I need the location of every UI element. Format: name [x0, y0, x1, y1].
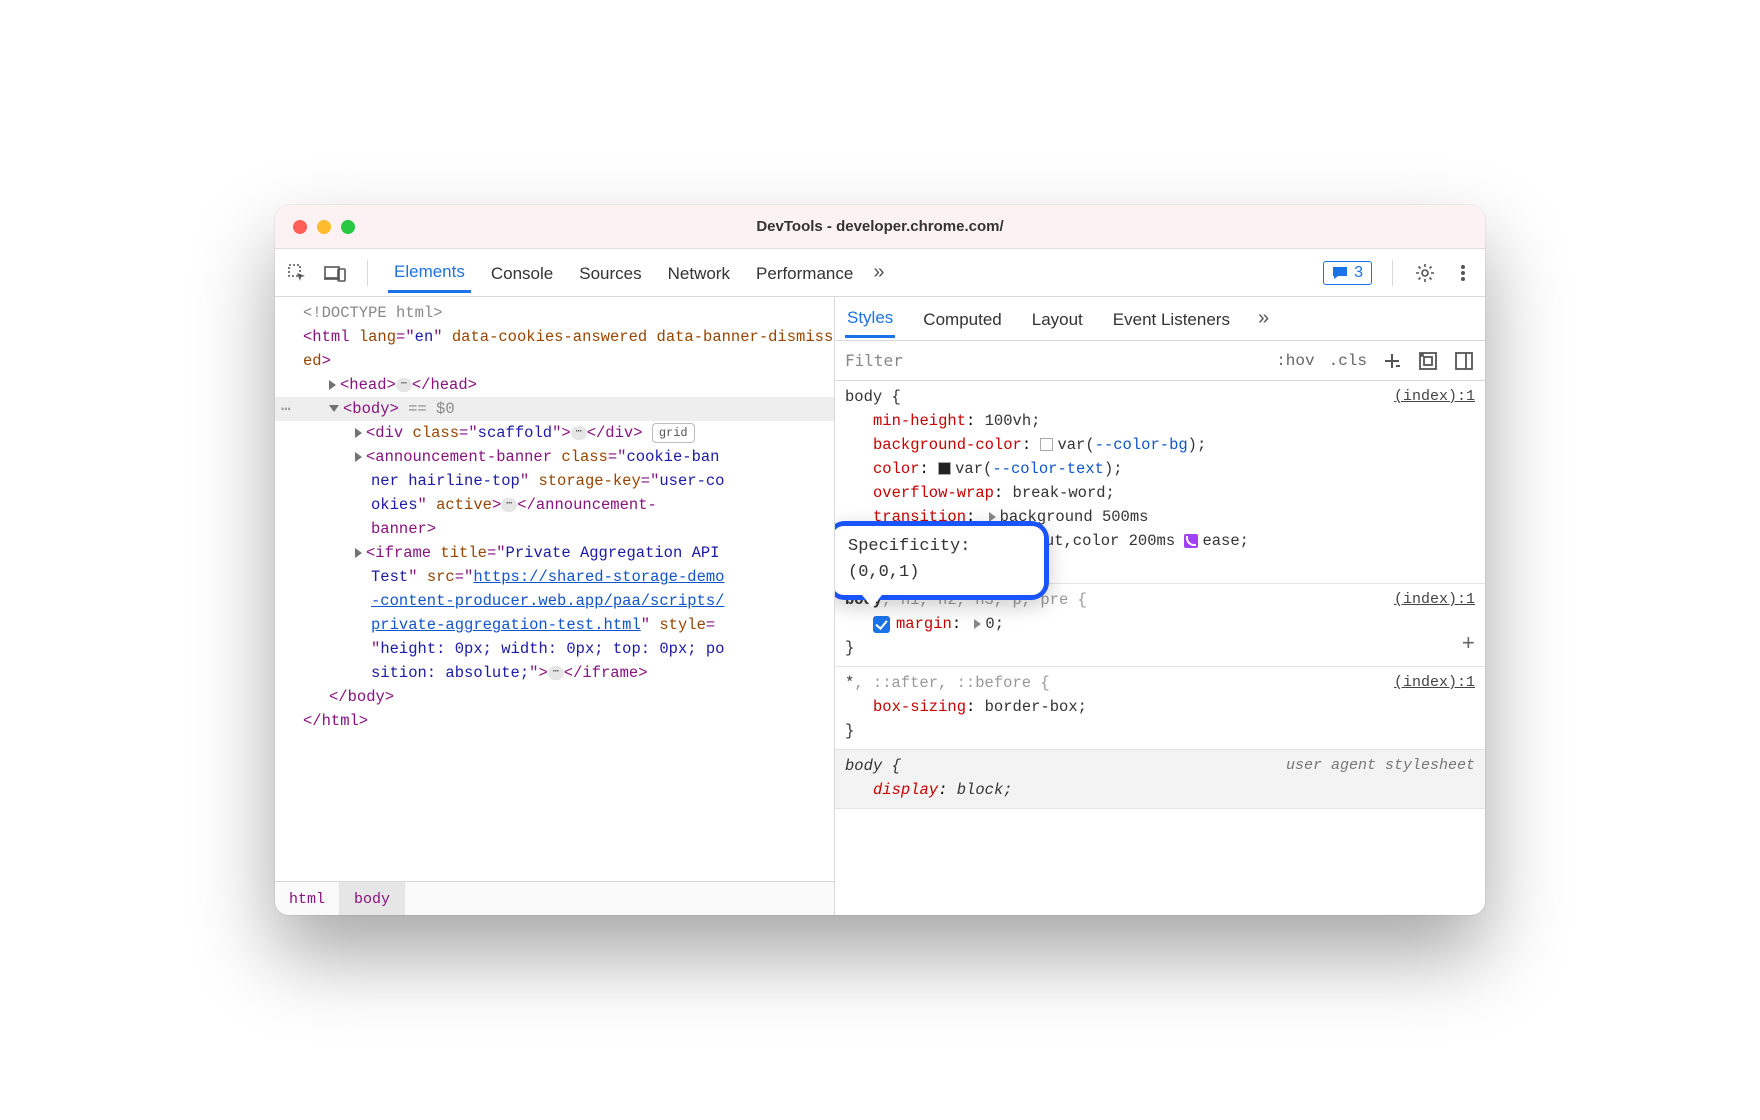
expand-arrow-icon[interactable] — [355, 452, 362, 462]
breadcrumb: html body — [275, 881, 834, 915]
iframe-src-link[interactable]: https://shared-storage-demo — [473, 568, 724, 586]
rule-source-link[interactable]: (index):1 — [1394, 385, 1475, 408]
content-area: <!DOCTYPE html> <html lang="en" data-coo… — [275, 297, 1485, 915]
ellipsis-icon[interactable]: ⋯ — [501, 498, 517, 512]
collapse-arrow-icon[interactable] — [329, 405, 339, 412]
kebab-menu-icon[interactable] — [1451, 261, 1475, 285]
computed-styles-sidebar-icon[interactable] — [1417, 350, 1439, 372]
rule-source-link[interactable]: (index):1 — [1394, 671, 1475, 694]
bezier-editor-icon[interactable] — [1184, 534, 1198, 548]
styles-filter-bar: :hov .cls — [835, 341, 1485, 381]
devtools-window: DevTools - developer.chrome.com/ Element… — [275, 205, 1485, 915]
subtab-styles[interactable]: Styles — [845, 299, 895, 338]
styles-rules-list: (index):1 body { min-height: 100vh; back… — [835, 381, 1485, 915]
expand-shorthand-icon[interactable] — [974, 619, 981, 629]
crumb-html[interactable]: html — [275, 882, 340, 915]
main-tab-bar: Elements Console Sources Network Perform… — [275, 249, 1485, 297]
expand-arrow-icon[interactable] — [329, 380, 336, 390]
property-checkbox[interactable] — [873, 616, 890, 633]
style-rule-user-agent[interactable]: user agent stylesheet body { display: bl… — [835, 750, 1485, 809]
elements-panel: <!DOCTYPE html> <html lang="en" data-coo… — [275, 297, 835, 915]
expand-arrow-icon[interactable] — [355, 548, 362, 558]
tooltip-text: Specificity: (0,0,1) — [835, 526, 1044, 595]
ellipsis-icon[interactable]: ⋯ — [396, 378, 412, 392]
tab-performance[interactable]: Performance — [750, 254, 859, 292]
styles-tab-bar: Styles Computed Layout Event Listeners » — [835, 297, 1485, 341]
new-style-rule-icon[interactable] — [1381, 350, 1403, 372]
color-swatch-icon[interactable] — [1040, 438, 1053, 451]
crumb-body[interactable]: body — [340, 882, 405, 915]
hov-toggle[interactable]: :hov — [1276, 352, 1314, 370]
divider — [1392, 260, 1393, 286]
more-subtabs-button[interactable]: » — [1258, 307, 1269, 330]
ellipsis-icon[interactable]: ⋯ — [571, 426, 587, 440]
style-rule[interactable]: (index):1 *, ::after, ::before { box-siz… — [835, 667, 1485, 750]
subtab-event-listeners[interactable]: Event Listeners — [1111, 301, 1232, 337]
dom-node-head[interactable]: <head>⋯</head> — [275, 373, 834, 397]
titlebar: DevTools - developer.chrome.com/ — [275, 205, 1485, 249]
dom-node-div[interactable]: <div class="scaffold">⋯</div> grid — [275, 421, 834, 445]
tab-elements[interactable]: Elements — [388, 252, 471, 293]
minimize-window-button[interactable] — [317, 220, 331, 234]
more-tabs-button[interactable]: » — [873, 261, 884, 284]
color-swatch-icon[interactable] — [938, 462, 951, 475]
dom-html-close[interactable]: </html> — [303, 712, 368, 730]
doctype: <!DOCTYPE html> — [303, 304, 443, 322]
dom-node-body-selected[interactable]: <body> == $0 — [275, 397, 834, 421]
expand-arrow-icon[interactable] — [355, 428, 362, 438]
add-property-button[interactable]: + — [1462, 628, 1475, 662]
maximize-window-button[interactable] — [341, 220, 355, 234]
rule-source-label: user agent stylesheet — [1286, 754, 1475, 777]
dom-node-iframe[interactable]: <iframe title="Private Aggregation API — [275, 541, 834, 565]
window-title: DevTools - developer.chrome.com/ — [756, 218, 1003, 235]
cls-toggle[interactable]: .cls — [1329, 352, 1367, 370]
rule-source-link[interactable]: (index):1 — [1394, 588, 1475, 611]
dom-node-announcement-banner[interactable]: <announcement-banner class="cookie-ban — [275, 445, 834, 469]
toggle-sidebar-icon[interactable] — [1453, 350, 1475, 372]
traffic-lights — [293, 220, 355, 234]
subtab-layout[interactable]: Layout — [1030, 301, 1085, 337]
settings-icon[interactable] — [1413, 261, 1437, 285]
subtab-computed[interactable]: Computed — [921, 301, 1003, 337]
ellipsis-icon[interactable]: ⋯ — [548, 666, 564, 680]
styles-filter-input[interactable] — [845, 351, 1262, 370]
divider — [367, 260, 368, 286]
tab-console[interactable]: Console — [485, 254, 559, 292]
specificity-tooltip: Specificity: (0,0,1) — [835, 521, 1049, 600]
dom-body-close[interactable]: </body> — [329, 688, 394, 706]
inspect-element-icon[interactable] — [285, 261, 309, 285]
device-toolbar-icon[interactable] — [323, 261, 347, 285]
tab-sources[interactable]: Sources — [573, 254, 647, 292]
issues-count: 3 — [1354, 264, 1363, 282]
issues-badge[interactable]: 3 — [1323, 261, 1372, 285]
tab-network[interactable]: Network — [662, 254, 736, 292]
grid-badge[interactable]: grid — [652, 423, 695, 444]
dom-tree[interactable]: <!DOCTYPE html> <html lang="en" data-coo… — [275, 297, 834, 881]
dom-node-html[interactable]: <html lang="en" data-cookies-answered da… — [275, 325, 834, 373]
close-window-button[interactable] — [293, 220, 307, 234]
styles-panel: Styles Computed Layout Event Listeners »… — [835, 297, 1485, 915]
